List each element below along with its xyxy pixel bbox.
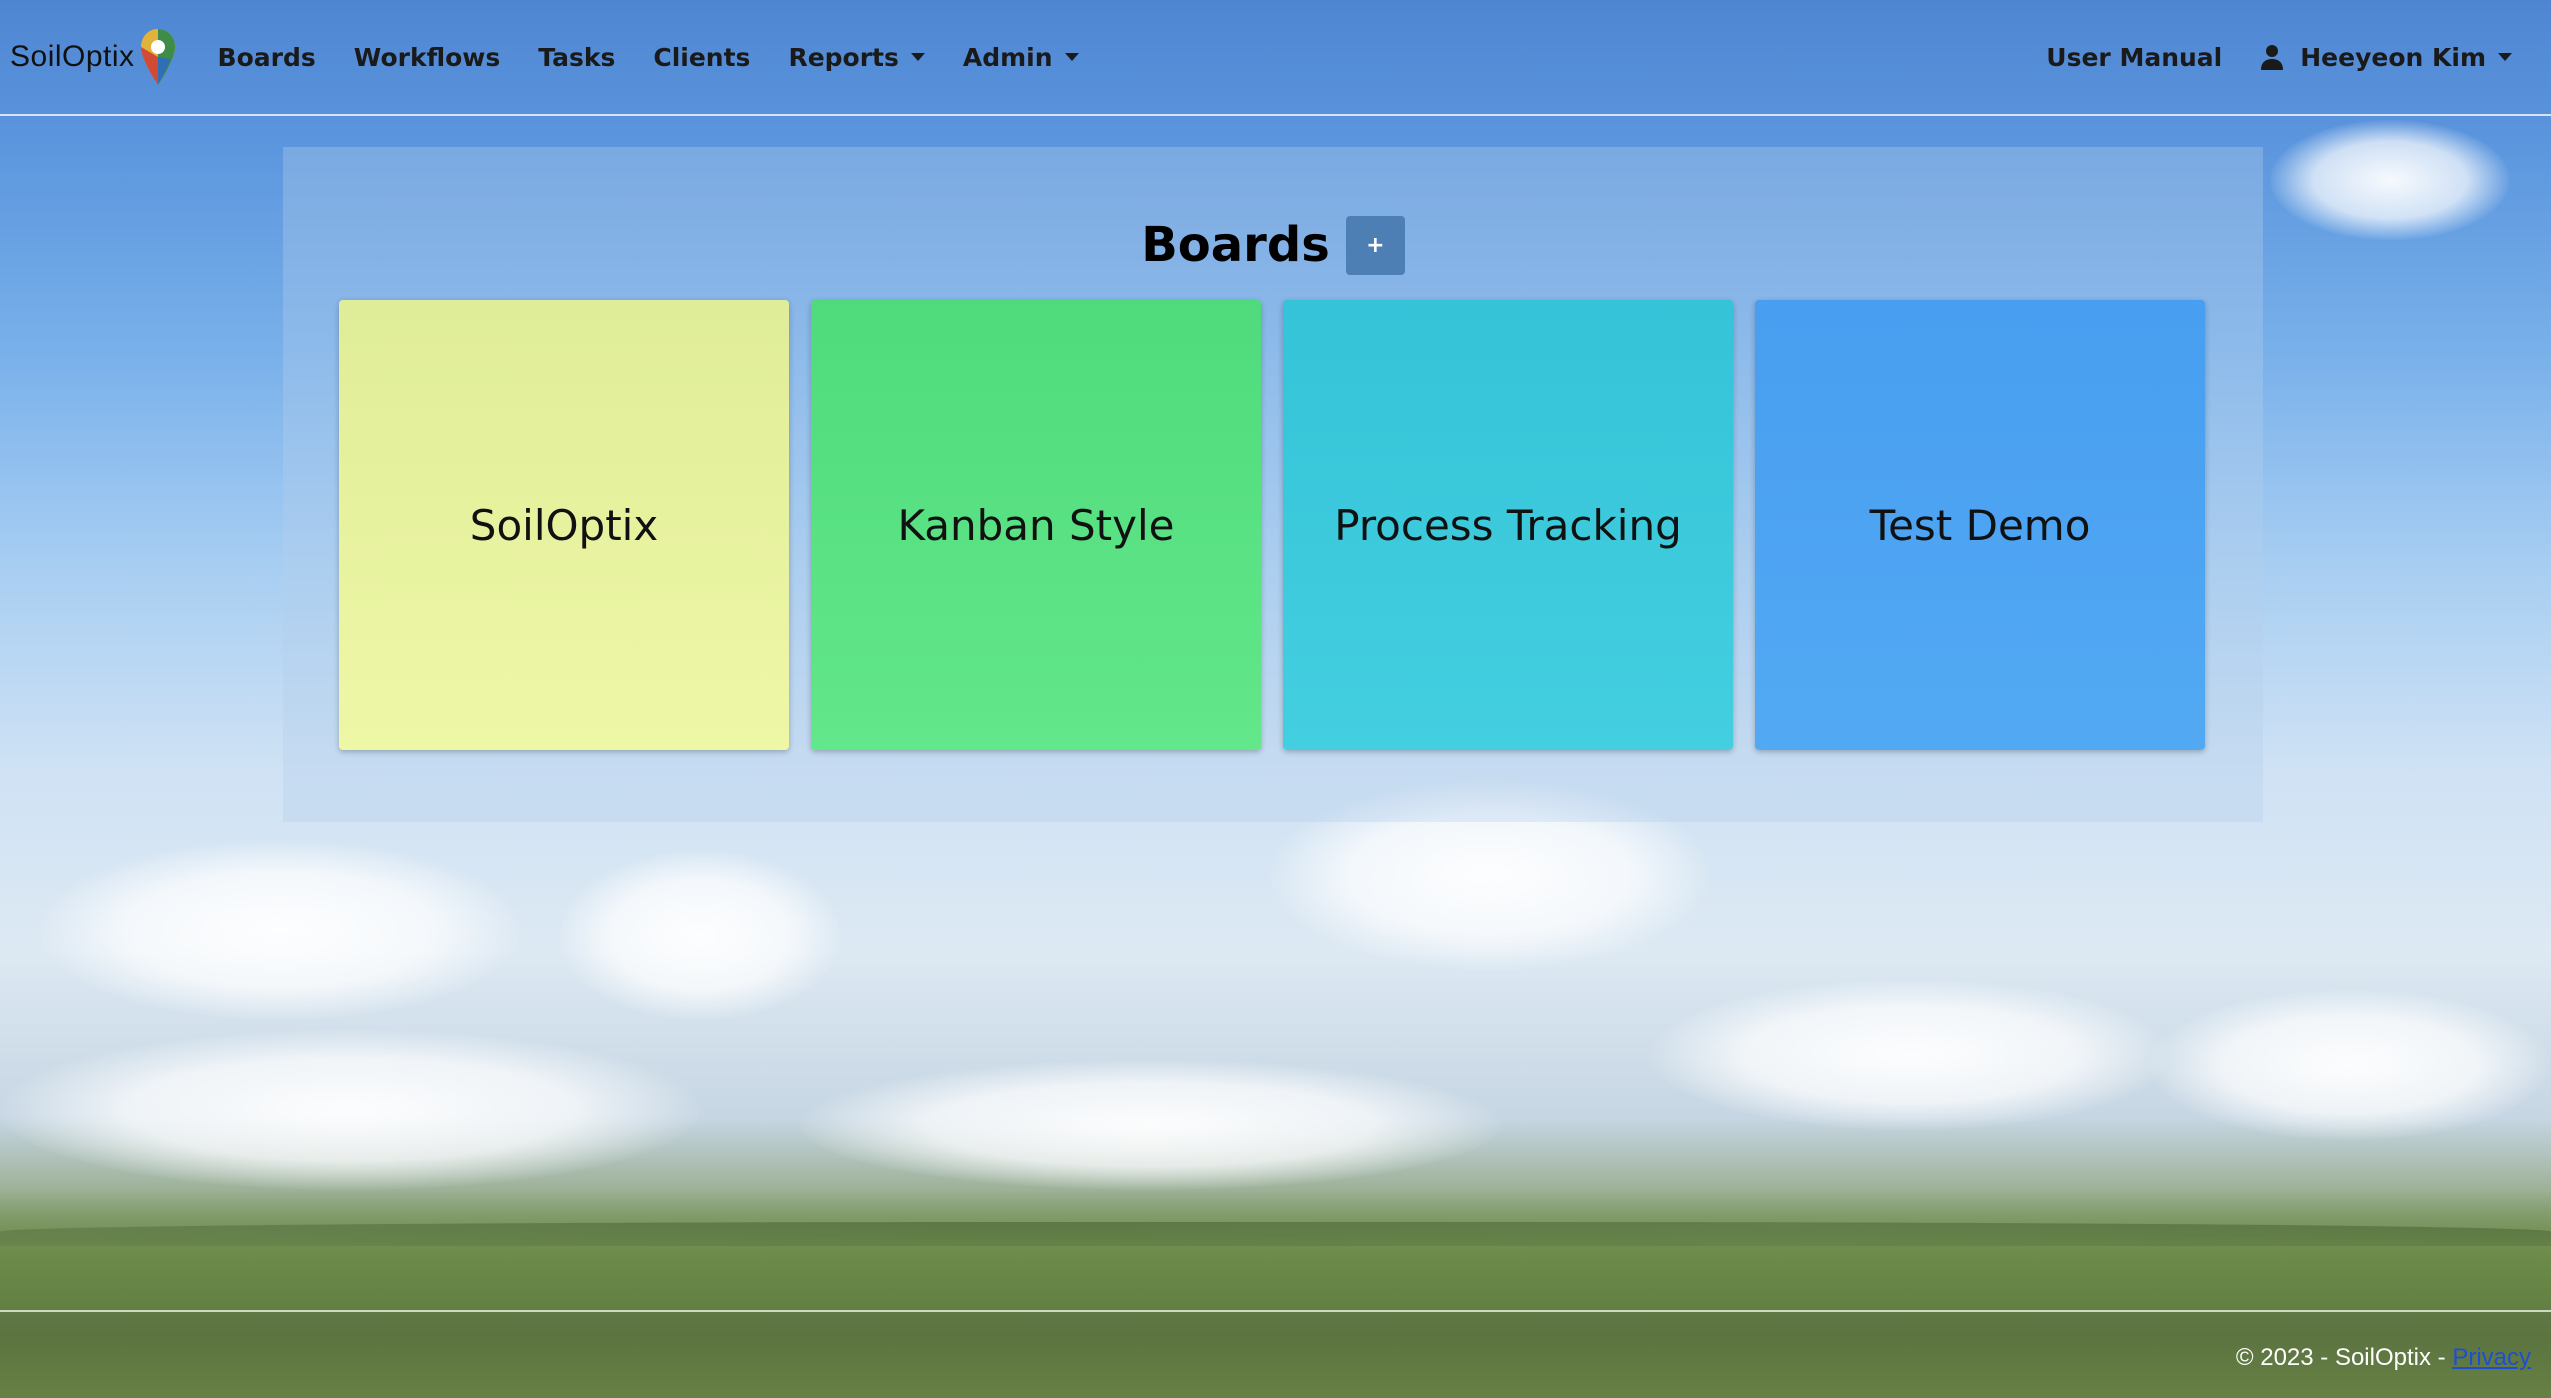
- page-title: Boards: [1141, 217, 1330, 273]
- board-card-kanban-style[interactable]: Kanban Style: [811, 300, 1261, 750]
- nav-link-boards[interactable]: Boards: [199, 43, 335, 72]
- nav-link-label: Admin: [962, 42, 1053, 72]
- board-card-label: Process Tracking: [1334, 500, 1682, 550]
- copyright-text: © 2023 - SoilOptix -: [2235, 1344, 2453, 1371]
- nav-link-workflows[interactable]: Workflows: [335, 43, 520, 72]
- caret-down-icon: [1064, 53, 1079, 61]
- cloud-decoration: [0, 1030, 700, 1190]
- location-pin-icon: [140, 29, 175, 85]
- board-card-soiloptix[interactable]: SoilOptix: [339, 300, 789, 750]
- nav-link-clients[interactable]: Clients: [634, 43, 769, 72]
- add-board-button[interactable]: +: [1345, 215, 1405, 275]
- caret-down-icon: [2498, 53, 2512, 61]
- top-navbar: SoilOptix Boards Workflows Tasks Clients…: [0, 0, 2551, 116]
- boards-panel: Boards + SoilOptix Kanban Style Process …: [283, 147, 2263, 822]
- nav-link-label: Clients: [653, 42, 751, 72]
- nav-link-label: Tasks: [538, 42, 616, 72]
- page-footer: © 2023 - SoilOptix - Privacy: [0, 1310, 2551, 1398]
- footer-text: © 2023 - SoilOptix - Privacy: [2236, 1344, 2531, 1372]
- user-menu-dropdown[interactable]: Heeyeon Kim: [2241, 43, 2531, 72]
- boards-header: Boards +: [283, 215, 2263, 275]
- board-card-label: Test Demo: [1869, 500, 2091, 550]
- user-manual-link[interactable]: User Manual: [2027, 43, 2241, 72]
- cloud-decoration: [2150, 990, 2550, 1140]
- caret-down-icon: [910, 53, 925, 61]
- board-cards: SoilOptix Kanban Style Process Tracking …: [339, 300, 2205, 750]
- user-name: Heeyeon Kim: [2300, 42, 2486, 72]
- nav-right: User Manual Heeyeon Kim: [2027, 43, 2531, 72]
- nav-dropdown-admin[interactable]: Admin: [944, 43, 1098, 72]
- cloud-decoration: [1650, 980, 2170, 1130]
- cloud-decoration: [560, 850, 840, 1020]
- cloud-decoration: [2270, 120, 2510, 240]
- nav-link-label: Reports: [788, 42, 899, 72]
- nav-dropdown-reports[interactable]: Reports: [769, 43, 943, 72]
- cloud-decoration: [800, 1060, 1500, 1190]
- user-manual-label: User Manual: [2046, 42, 2223, 72]
- nav-link-label: Workflows: [353, 42, 501, 72]
- nav-link-label: Boards: [217, 42, 316, 72]
- brand-logo[interactable]: SoilOptix: [10, 27, 177, 87]
- board-card-label: Kanban Style: [897, 500, 1175, 550]
- board-card-test-demo[interactable]: Test Demo: [1755, 300, 2205, 750]
- privacy-link[interactable]: Privacy: [2452, 1344, 2531, 1371]
- treeline-decoration: [0, 1222, 2551, 1246]
- brand-name: SoilOptix: [10, 40, 135, 73]
- nav-link-tasks[interactable]: Tasks: [519, 43, 634, 72]
- user-icon: [2261, 45, 2284, 70]
- cloud-decoration: [40, 840, 520, 1020]
- nav-menu: Boards Workflows Tasks Clients Reports A…: [199, 43, 1098, 72]
- board-card-label: SoilOptix: [469, 500, 659, 550]
- board-card-process-tracking[interactable]: Process Tracking: [1283, 300, 1733, 750]
